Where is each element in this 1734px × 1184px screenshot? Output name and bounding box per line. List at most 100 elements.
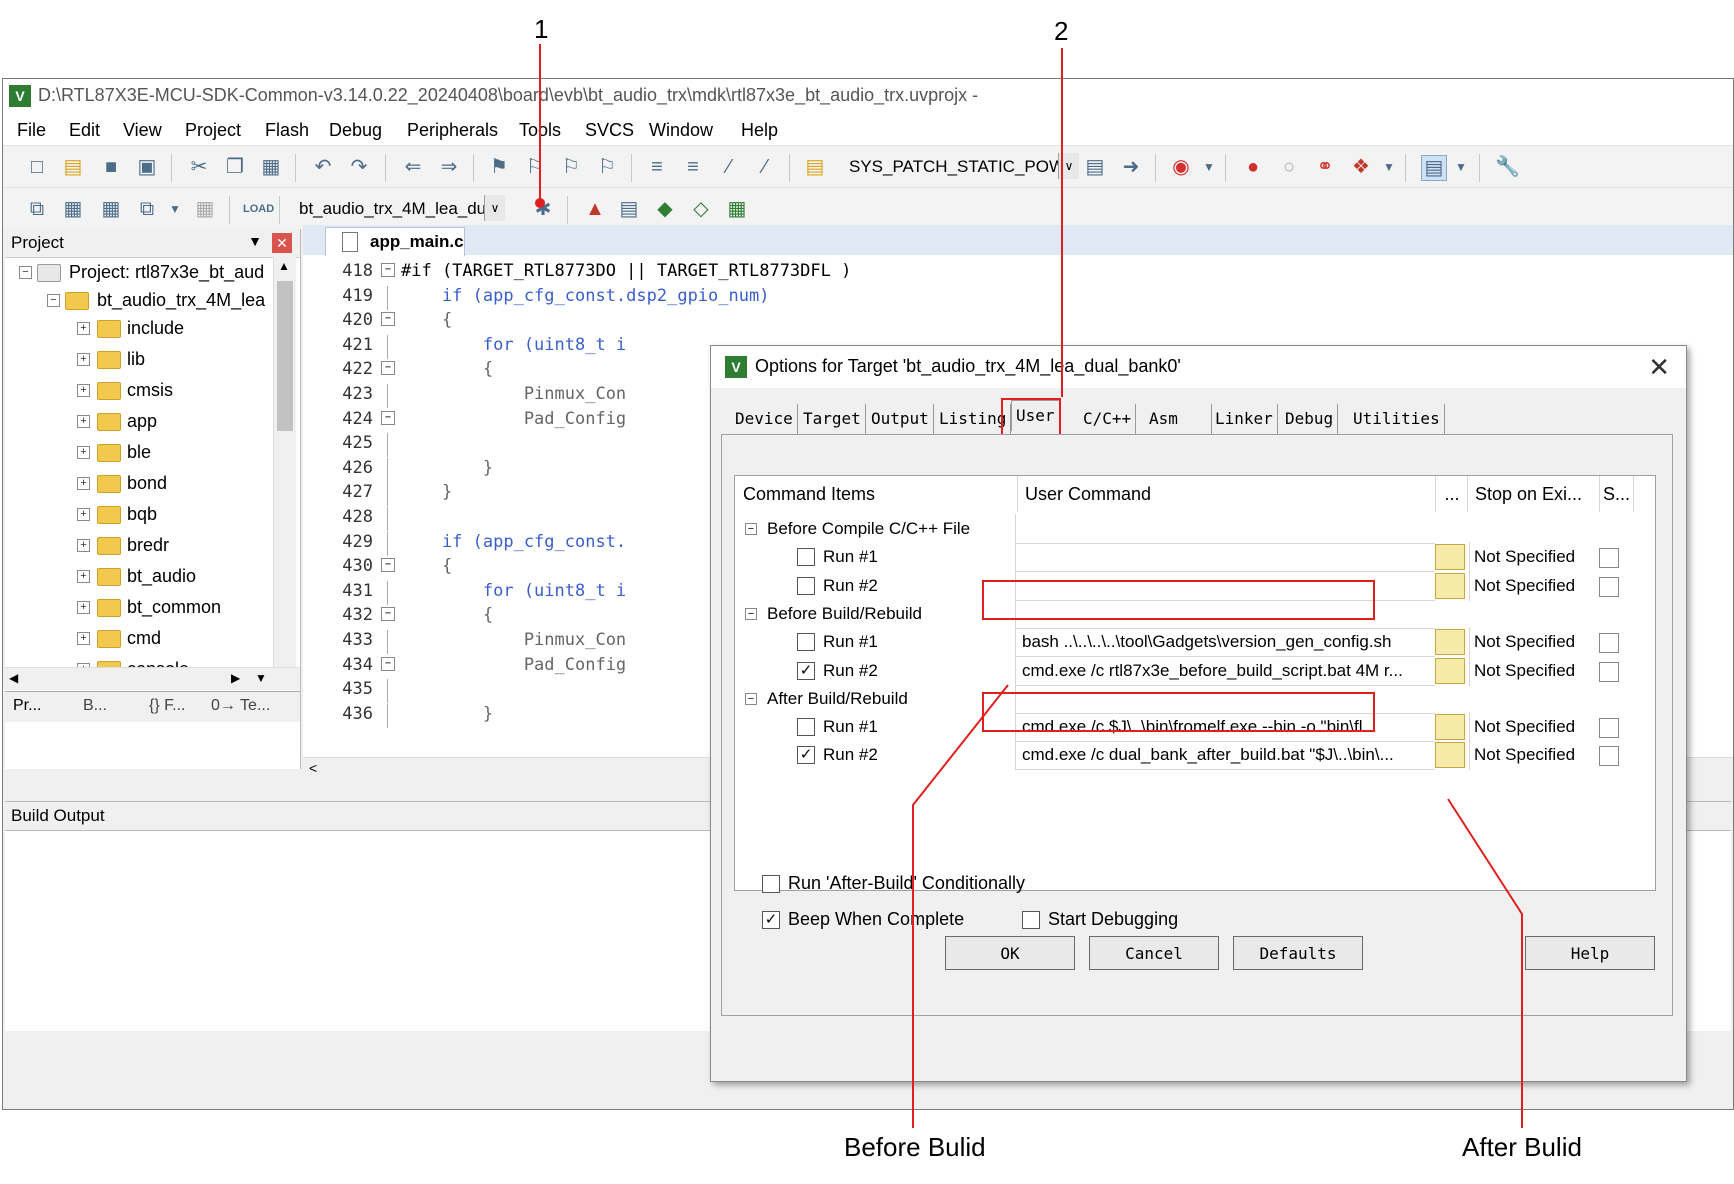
user-command-cell[interactable] xyxy=(1015,542,1435,573)
find-in-files-icon[interactable]: ▤ xyxy=(803,155,827,179)
col-browse[interactable]: ... xyxy=(1437,476,1468,512)
new-file-icon[interactable]: □ xyxy=(25,155,49,179)
command-run-row[interactable]: ✓ Run #2 cmd.exe /c dual_bank_after_build.… xyxy=(735,740,1655,771)
tab-app-main[interactable]: app_main.c xyxy=(325,227,465,256)
undo-icon[interactable]: ↶ xyxy=(311,155,335,179)
browse-icon[interactable]: ➜ xyxy=(1119,155,1143,179)
user-command-cell[interactable]: cmd.exe /c rtl87x3e_before_build_script.… xyxy=(1015,655,1435,686)
command-group-row[interactable]: − Before Compile C/C++ File xyxy=(735,514,1655,545)
chevron-down-icon[interactable]: ▼ xyxy=(163,197,187,221)
run-checkbox[interactable] xyxy=(797,633,815,652)
file-extensions-icon[interactable]: ▲ xyxy=(583,197,607,221)
command-run-row[interactable]: Run #1 Not Specified xyxy=(735,542,1655,573)
tree-item-folder[interactable]: + cmd xyxy=(5,625,270,653)
browse-folder-icon[interactable] xyxy=(1435,742,1465,769)
expand-icon[interactable]: + xyxy=(77,508,90,521)
run-checkbox[interactable]: ✓ xyxy=(797,746,815,765)
options-for-target-icon[interactable]: ✱ xyxy=(531,197,555,221)
save-icon[interactable]: ■ xyxy=(99,155,123,179)
scroll-left-icon[interactable]: ◀ xyxy=(9,671,18,685)
browse-folder-icon[interactable] xyxy=(1435,657,1465,684)
tree-item-target[interactable]: − bt_audio_trx_4M_lea xyxy=(5,287,270,315)
tab-utilities[interactable]: Utilities xyxy=(1349,404,1445,434)
menu-tools[interactable]: Tools xyxy=(519,120,561,141)
tree-item-folder[interactable]: + bt_common xyxy=(5,594,270,622)
expand-icon[interactable]: + xyxy=(77,446,90,459)
tab-functions[interactable]: {} F... xyxy=(149,697,185,715)
close-icon[interactable]: ✕ xyxy=(272,233,292,253)
browse-folder-icon[interactable] xyxy=(1435,714,1465,741)
tree-item-folder[interactable]: + lib xyxy=(5,346,270,374)
nav-forward-icon[interactable]: ⇒ xyxy=(437,155,461,179)
tree-item-folder[interactable]: + bt_audio xyxy=(5,563,270,591)
paste-icon[interactable]: ▦ xyxy=(259,155,283,179)
stop-on-exit-cell[interactable]: Not Specified xyxy=(1469,655,1593,686)
fold-icon[interactable]: − xyxy=(381,558,395,573)
prev-bookmark-icon[interactable]: ⚐ xyxy=(523,155,547,179)
rebuild-icon[interactable]: ▦ xyxy=(99,197,123,221)
scrollbar-thumb[interactable] xyxy=(277,281,293,431)
clear-bookmarks-icon[interactable]: ⚐ xyxy=(595,155,619,179)
collapse-icon[interactable]: − xyxy=(745,523,757,535)
configure-icon[interactable]: 🔧 xyxy=(1495,155,1520,179)
user-command-cell[interactable]: cmd.exe /c dual_bank_after_build.bat "$J… xyxy=(1015,740,1435,771)
menu-file[interactable]: File xyxy=(17,120,46,141)
tab-asm[interactable]: Asm xyxy=(1145,404,1212,434)
chevron-down-icon[interactable]: ▼ xyxy=(1449,155,1473,179)
fold-icon[interactable]: − xyxy=(381,361,395,376)
col-stop-on-exit[interactable]: Stop on Exi... xyxy=(1469,476,1600,512)
comment-icon[interactable]: ⁄ xyxy=(717,155,741,179)
expand-icon[interactable]: + xyxy=(77,539,90,552)
tree-item-folder[interactable]: + bqb xyxy=(5,501,270,529)
chevron-down-icon[interactable]: ∨ xyxy=(484,195,505,221)
tab-linker[interactable]: Linker xyxy=(1211,404,1278,434)
s-checkbox[interactable] xyxy=(1599,718,1619,739)
stop-on-exit-cell[interactable]: Not Specified xyxy=(1469,740,1593,771)
command-run-row[interactable]: ✓ Run #2 cmd.exe /c rtl87x3e_before_build_… xyxy=(735,655,1655,687)
run-checkbox[interactable] xyxy=(797,548,815,567)
tab-target[interactable]: Target xyxy=(799,404,866,434)
menu-debug[interactable]: Debug xyxy=(329,120,382,141)
tab-output[interactable]: Output xyxy=(867,404,934,434)
stop-on-exit-cell[interactable]: Not Specified xyxy=(1469,627,1593,658)
batch-build-icon[interactable]: ⧉ xyxy=(135,197,159,221)
multi-project-icon[interactable]: ▦ xyxy=(725,197,749,221)
run-checkbox[interactable] xyxy=(797,576,815,595)
collapse-icon[interactable]: − xyxy=(47,294,60,307)
copy-icon[interactable]: ❐ xyxy=(223,155,247,179)
chevron-down-icon[interactable]: ∨ xyxy=(1058,153,1079,179)
expand-icon[interactable]: + xyxy=(77,415,90,428)
user-command-cell[interactable]: bash ..\..\..\..\tool\Gadgets\version_ge… xyxy=(1015,627,1435,658)
pack-installer-icon[interactable]: ◇ xyxy=(689,197,713,221)
expand-icon[interactable]: + xyxy=(77,632,90,645)
fold-icon[interactable]: − xyxy=(381,263,395,277)
tab-cpp[interactable]: C/C++ xyxy=(1079,404,1137,434)
ok-button[interactable]: OK xyxy=(945,936,1075,970)
stop-on-exit-cell[interactable]: Not Specified xyxy=(1469,570,1593,601)
cut-icon[interactable]: ✂ xyxy=(187,155,211,179)
select-packs-icon[interactable]: ◆ xyxy=(653,197,677,221)
browse-folder-icon[interactable] xyxy=(1435,629,1465,656)
scroll-left-icon[interactable]: < xyxy=(309,760,317,776)
expand-icon[interactable]: + xyxy=(77,384,90,397)
target-combo[interactable]: bt_audio_trx_4M_lea_dua ∨ xyxy=(293,195,505,223)
tab-device[interactable]: Device xyxy=(731,404,798,434)
save-all-icon[interactable]: ▣ xyxy=(135,155,159,179)
tree-item-folder[interactable]: + cmsis xyxy=(5,377,270,405)
debug-session-icon[interactable]: ◉ xyxy=(1169,155,1193,179)
chevron-down-icon[interactable]: ▼ xyxy=(1377,155,1401,179)
col-command-items[interactable]: Command Items xyxy=(735,476,1018,512)
horizontal-scrollbar[interactable]: ◀ ▶ ▼ xyxy=(5,667,300,690)
menu-edit[interactable]: Edit xyxy=(69,120,100,141)
s-checkbox[interactable] xyxy=(1599,548,1619,569)
stop-on-exit-cell[interactable]: Not Specified xyxy=(1469,712,1593,743)
vertical-scrollbar[interactable]: ▲ xyxy=(273,257,296,667)
download-icon[interactable]: LOAD xyxy=(243,197,274,221)
stop-build-icon[interactable]: ▦ xyxy=(193,197,217,221)
open-file-icon[interactable]: ▤ xyxy=(61,155,85,179)
expand-icon[interactable]: + xyxy=(77,570,90,583)
menu-help[interactable]: Help xyxy=(741,120,778,141)
define-combo[interactable]: SYS_PATCH_STATIC_POWE ∨ xyxy=(843,153,1079,181)
build-icon[interactable]: ▦ xyxy=(61,197,85,221)
tree-item-folder[interactable]: + include xyxy=(5,315,270,343)
